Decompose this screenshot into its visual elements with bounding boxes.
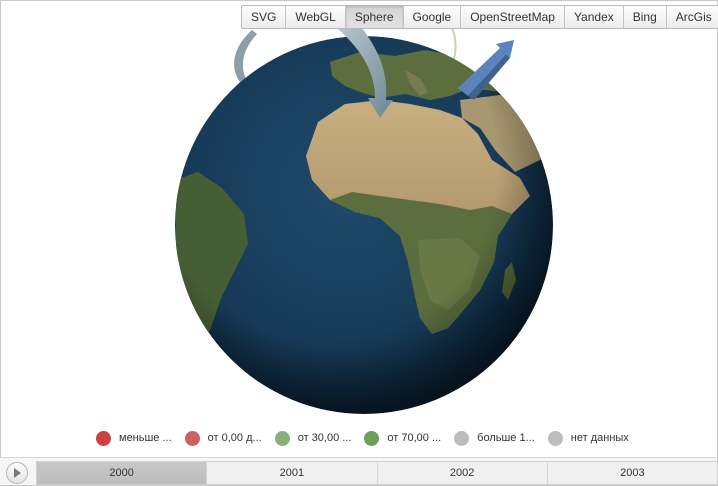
legend-item[interactable]: от 70,00 ... (364, 430, 442, 446)
timeline-year-2002[interactable]: 2002 (376, 462, 547, 484)
legend-swatch (96, 430, 111, 446)
timeline-track[interactable]: 2000 2001 2002 2003 (36, 461, 718, 485)
map-type-bing-button[interactable]: Bing (622, 6, 666, 28)
play-icon (14, 468, 21, 478)
timeline-year-2000[interactable]: 2000 (37, 462, 207, 484)
legend-swatch (454, 430, 470, 446)
legend-item[interactable]: меньше ... (96, 430, 172, 446)
legend-item[interactable]: от 30,00 ... (274, 430, 352, 446)
legend-swatch (364, 430, 380, 446)
play-button[interactable] (6, 462, 28, 484)
legend-item[interactable]: больше 1... (454, 430, 535, 446)
legend-label: больше 1... (477, 432, 535, 444)
timeline-year-2003[interactable]: 2003 (546, 462, 717, 484)
map-type-arcgis-button[interactable]: ArcGis (665, 6, 718, 28)
map-type-sphere-button[interactable]: Sphere (344, 6, 403, 28)
map-legend: меньше ... от 0,00 д... от 30,00 ... от … (96, 428, 642, 448)
timeline-year-2001[interactable]: 2001 (206, 462, 376, 484)
legend-item[interactable]: нет данных (547, 430, 629, 446)
legend-label: нет данных (570, 432, 629, 444)
map-type-yandex-button[interactable]: Yandex (563, 6, 623, 28)
legend-item[interactable]: от 0,00 д... (184, 430, 262, 446)
legend-label: от 30,00 ... (297, 432, 352, 444)
legend-swatch (274, 430, 290, 446)
map-type-svg-button[interactable]: SVG (242, 6, 285, 28)
globe-canvas[interactable] (0, 0, 718, 420)
legend-swatch (184, 430, 200, 446)
map-type-webgl-button[interactable]: WebGL (285, 6, 344, 28)
map-type-toolbar: SVG WebGL Sphere Google OpenStreetMap Ya… (241, 5, 718, 29)
legend-label: от 0,00 д... (207, 432, 262, 444)
map-type-openstreetmap-button[interactable]: OpenStreetMap (460, 6, 564, 28)
globe-view[interactable] (0, 0, 718, 420)
legend-label: меньше ... (119, 432, 172, 444)
legend-label: от 70,00 ... (387, 432, 442, 444)
timeline-bar: 2000 2001 2002 2003 (0, 457, 718, 485)
map-type-google-button[interactable]: Google (402, 6, 461, 28)
legend-swatch (547, 430, 563, 446)
